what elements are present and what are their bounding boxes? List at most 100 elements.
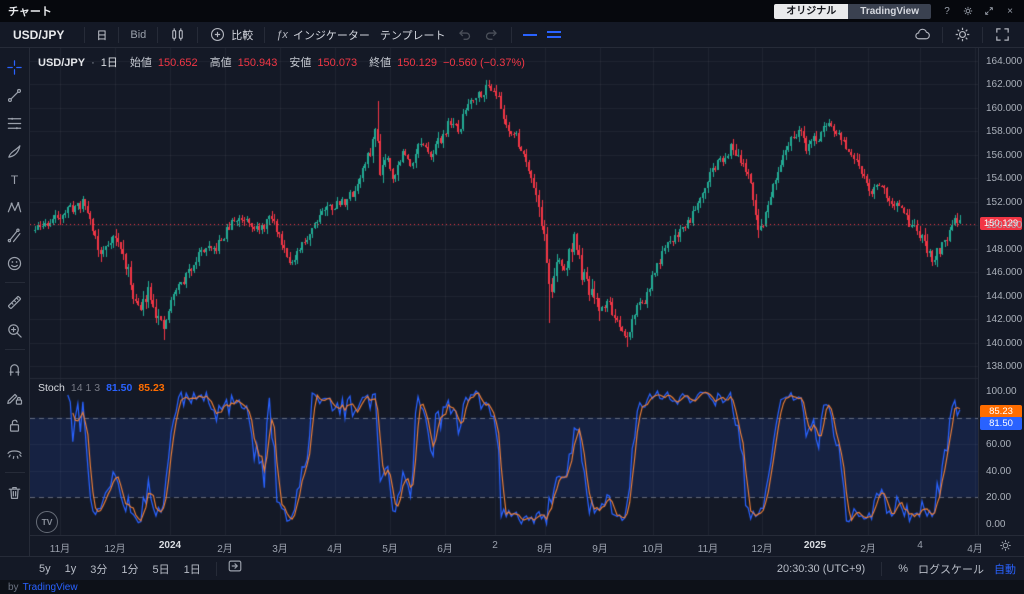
- trend-line-icon[interactable]: [1, 81, 29, 109]
- settings-gear-icon[interactable]: [962, 5, 974, 17]
- price-tick-label: 150.000: [986, 220, 1022, 231]
- drawing-lock-icon[interactable]: [1, 383, 29, 411]
- price-axis[interactable]: 150.129 85.23 81.50 164.000162.000160.00…: [978, 48, 1024, 535]
- symbol-button[interactable]: USD/JPY: [8, 26, 78, 44]
- range-button-5y[interactable]: 5y: [34, 562, 56, 576]
- price-tick-label: 152.000: [986, 197, 1022, 208]
- time-axis[interactable]: 11月12月20242月3月4月5月6月28月9月10月11月12月20252月…: [30, 535, 1024, 556]
- window-titlebar: チャート オリジナル TradingView ? ×: [0, 0, 1024, 22]
- tradingview-link[interactable]: TradingView: [23, 582, 78, 593]
- tradingview-logo[interactable]: TV: [36, 511, 58, 533]
- time-tick-label: 10月: [642, 540, 663, 555]
- auto-scale-button[interactable]: 自動: [994, 561, 1016, 577]
- log-scale-button[interactable]: ログスケール: [918, 561, 984, 577]
- stoch-d-value: 85.23: [138, 382, 164, 394]
- fib-retracement-icon[interactable]: [1, 109, 29, 137]
- favorite-trendline-icon[interactable]: [518, 32, 542, 38]
- time-tick-label: 8月: [537, 540, 553, 555]
- price-chart-canvas[interactable]: [30, 48, 978, 535]
- time-tick-label: 12月: [104, 540, 125, 555]
- fullscreen-icon[interactable]: [989, 24, 1016, 45]
- undo-icon[interactable]: [451, 24, 478, 45]
- time-tick-label: 9月: [592, 540, 608, 555]
- stoch-k-value: 81.50: [106, 382, 132, 394]
- time-tick-label: 6月: [437, 540, 453, 555]
- fx-icon: ƒx: [276, 29, 288, 41]
- original-tab-button[interactable]: オリジナル: [774, 4, 848, 19]
- bottom-toolbar: 5y 1y3分1分 5日1日 20:30:30 (UTC+9) % ログスケール 自…: [0, 556, 1024, 580]
- stoch-tick-label: 100.00: [986, 386, 1017, 397]
- range-button-1y[interactable]: 1y: [60, 562, 82, 576]
- time-axis-settings-icon[interactable]: [999, 539, 1012, 557]
- range-button-5日[interactable]: 5日: [148, 560, 175, 578]
- remove-drawings-icon[interactable]: [1, 478, 29, 506]
- hide-all-drawings-icon[interactable]: [1, 439, 29, 467]
- stoch-tick-label: 60.00: [986, 439, 1011, 450]
- chart-settings-gear-icon[interactable]: [949, 24, 976, 45]
- range-button-3分[interactable]: 3分: [85, 560, 112, 578]
- go-to-date-icon[interactable]: [227, 558, 243, 579]
- high-value: 150.943: [238, 57, 278, 69]
- price-tick-label: 154.000: [986, 173, 1022, 184]
- templates-button[interactable]: テンプレート: [375, 25, 451, 45]
- time-tick-label: 3月: [272, 540, 288, 555]
- price-tick-label: 144.000: [986, 291, 1022, 302]
- svg-text:T: T: [11, 172, 19, 186]
- lock-all-drawings-icon[interactable]: [1, 411, 29, 439]
- stoch-k-badge: 81.50: [980, 417, 1022, 430]
- stoch-tick-label: 20.00: [986, 492, 1011, 503]
- legend-interval: 1日: [101, 54, 118, 70]
- redo-icon[interactable]: [478, 24, 505, 45]
- chart-toolbar: USD/JPY 日 Bid 比較 ƒx インジケーター テンプレート: [0, 22, 1024, 48]
- brush-icon[interactable]: [1, 137, 29, 165]
- interval-button[interactable]: 日: [91, 25, 112, 45]
- tradingview-tab-button[interactable]: TradingView: [848, 4, 931, 19]
- chart-style-button[interactable]: [164, 24, 191, 45]
- indicators-button[interactable]: ƒx インジケーター: [271, 25, 375, 45]
- clock[interactable]: 20:30:30 (UTC+9): [777, 563, 865, 575]
- text-icon[interactable]: T: [1, 165, 29, 193]
- price-tick-label: 160.000: [986, 103, 1022, 114]
- price-tick-label: 146.000: [986, 267, 1022, 278]
- compare-button[interactable]: 比較: [204, 24, 258, 45]
- open-value: 150.652: [158, 57, 198, 69]
- price-tick-label: 148.000: [986, 244, 1022, 255]
- projection-icon[interactable]: [1, 221, 29, 249]
- candles-icon: [169, 26, 186, 43]
- range-button-1日[interactable]: 1日: [179, 560, 206, 578]
- range-button-1分[interactable]: 1分: [116, 560, 143, 578]
- ruler-icon[interactable]: [1, 288, 29, 316]
- percent-scale-button[interactable]: %: [898, 563, 908, 575]
- magnet-icon[interactable]: [1, 355, 29, 383]
- stoch-d-badge: 85.23: [980, 405, 1022, 418]
- emoji-icon[interactable]: [1, 249, 29, 277]
- close-window-icon[interactable]: ×: [1004, 5, 1016, 17]
- price-tick-label: 164.000: [986, 56, 1022, 67]
- time-tick-label: 12月: [751, 540, 772, 555]
- price-tick-label: 162.000: [986, 79, 1022, 90]
- time-tick-label: 4月: [327, 540, 343, 555]
- xabcd-pattern-icon[interactable]: [1, 193, 29, 221]
- page-title: チャート: [8, 3, 52, 19]
- legend-symbol: USD/JPY: [38, 57, 85, 69]
- zoom-in-icon[interactable]: [1, 316, 29, 344]
- favorite-parallel-channel-icon[interactable]: [542, 29, 566, 40]
- expand-window-icon[interactable]: [983, 5, 995, 17]
- chart-application: チャート オリジナル TradingView ? × USD/JPY 日 Bid: [0, 0, 1024, 594]
- help-icon[interactable]: ?: [941, 5, 953, 17]
- cloud-save-icon[interactable]: [909, 24, 936, 45]
- price-tick-label: 158.000: [986, 126, 1022, 137]
- time-tick-label: 2月: [860, 540, 876, 555]
- status-bar: by TradingView: [0, 580, 1024, 594]
- time-tick-label: 11月: [50, 540, 70, 555]
- time-tick-label: 5月: [382, 540, 398, 555]
- price-tick-label: 140.000: [986, 338, 1022, 349]
- time-tick-label: 4月: [967, 540, 983, 555]
- time-tick-label: 11月: [698, 540, 718, 555]
- price-tick-label: 142.000: [986, 314, 1022, 325]
- change-value: −0.560 (−0.37%): [443, 57, 525, 69]
- bid-mode-button[interactable]: Bid: [125, 27, 151, 43]
- chart-pane-area: USD/JPY · 1日 始値150.652 高値150.943 安値150.0…: [30, 48, 978, 535]
- symbol-legend: USD/JPY · 1日 始値150.652 高値150.943 安値150.0…: [38, 54, 525, 70]
- crosshair-icon[interactable]: [1, 53, 29, 81]
